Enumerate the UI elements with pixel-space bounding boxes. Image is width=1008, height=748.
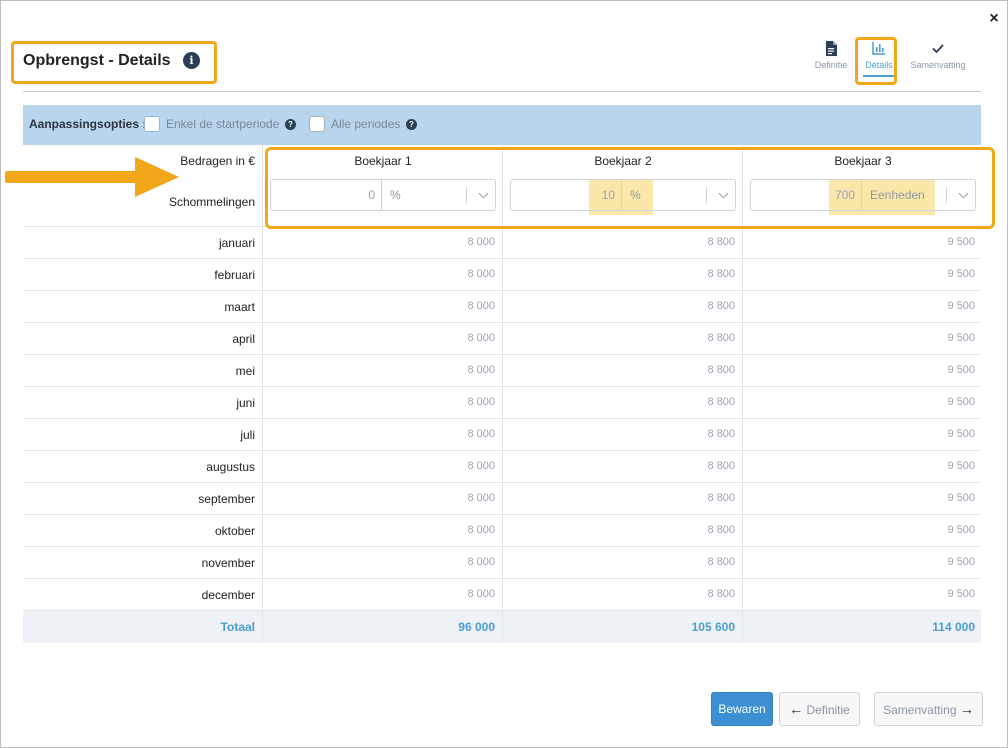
previous-button-label: Definitie xyxy=(806,703,850,717)
save-button[interactable]: Bewaren xyxy=(711,692,773,726)
step-label: Samenvatting xyxy=(910,60,966,70)
amount-cell[interactable]: 9 500 xyxy=(743,428,975,440)
page-title: Opbrengst - Details xyxy=(23,52,171,69)
alle-periodes-checkbox[interactable] xyxy=(309,116,325,132)
previous-button[interactable]: ← Definitie xyxy=(779,692,860,726)
month-label: januari xyxy=(218,236,255,250)
month-label: juli xyxy=(240,428,255,442)
options-bar: Aanpassingsopties : Enkel de startperiod… xyxy=(23,105,981,145)
info-icon[interactable]: i xyxy=(183,52,200,69)
next-button[interactable]: Samenvatting → xyxy=(874,692,983,726)
amount-cell[interactable]: 8 800 xyxy=(503,332,735,344)
amount-cell[interactable]: 8 800 xyxy=(503,396,735,408)
amount-cell[interactable]: 9 500 xyxy=(743,236,975,248)
close-icon[interactable]: × xyxy=(987,11,1001,27)
amount-cell[interactable]: 8 000 xyxy=(263,556,495,568)
amount-cell[interactable]: 8 000 xyxy=(263,300,495,312)
month-label: augustus xyxy=(206,460,255,474)
step-definitie[interactable]: Definitie xyxy=(813,41,849,70)
month-label: oktober xyxy=(214,524,255,538)
amount-cell[interactable]: 9 500 xyxy=(743,556,975,568)
help-icon[interactable]: ? xyxy=(285,119,296,130)
check-icon xyxy=(907,41,969,57)
amount-cell[interactable]: 8 800 xyxy=(503,300,735,312)
step-samenvatting[interactable]: Samenvatting xyxy=(907,41,969,70)
fluctuations-highlight xyxy=(265,147,995,229)
month-label: maart xyxy=(224,300,255,314)
modal-window: × Opbrengst - Details i Definitie Detail… xyxy=(0,0,1008,748)
options-label: Aanpassingsopties : xyxy=(29,117,147,131)
startperiode-checkbox[interactable] xyxy=(144,116,160,132)
pointer-arrow-icon xyxy=(5,157,179,197)
amount-cell[interactable]: 9 500 xyxy=(743,268,975,280)
step-label: Definitie xyxy=(814,60,848,70)
amount-cell[interactable]: 9 500 xyxy=(743,492,975,504)
total-cell: 105 600 xyxy=(691,620,735,634)
help-icon[interactable]: ? xyxy=(406,119,417,130)
details-highlight xyxy=(855,37,897,85)
month-label: september xyxy=(198,492,255,506)
total-cell: 114 000 xyxy=(932,620,975,634)
next-button-label: Samenvatting xyxy=(883,703,957,717)
alle-periodes-label: Alle periodes xyxy=(331,117,401,131)
amount-cell[interactable]: 9 500 xyxy=(743,588,975,600)
amount-cell[interactable]: 9 500 xyxy=(743,460,975,472)
amount-cell[interactable]: 8 000 xyxy=(263,268,495,280)
amount-cell[interactable]: 9 500 xyxy=(743,524,975,536)
arrow-left-icon: ← xyxy=(789,701,804,717)
amount-cell[interactable]: 8 000 xyxy=(263,428,495,440)
amount-cell[interactable]: 9 500 xyxy=(743,300,975,312)
column-divider xyxy=(262,145,263,641)
amount-cell[interactable]: 8 800 xyxy=(503,428,735,440)
amount-cell[interactable]: 8 000 xyxy=(263,332,495,344)
amount-cell[interactable]: 8 000 xyxy=(263,492,495,504)
total-label: Totaal xyxy=(220,620,255,634)
amount-cell[interactable]: 8 800 xyxy=(503,492,735,504)
amount-cell[interactable]: 8 800 xyxy=(503,556,735,568)
arrow-right-icon: → xyxy=(959,701,974,717)
amount-cell[interactable]: 9 500 xyxy=(743,396,975,408)
amount-cell[interactable]: 8 800 xyxy=(503,236,735,248)
amount-cell[interactable]: 8 800 xyxy=(503,588,735,600)
amount-cell[interactable]: 8 000 xyxy=(263,588,495,600)
month-label: december xyxy=(201,588,255,602)
month-label: mei xyxy=(235,364,255,378)
amount-cell[interactable]: 8 800 xyxy=(503,460,735,472)
month-label: februari xyxy=(214,268,255,282)
file-icon xyxy=(813,41,849,57)
amount-cell[interactable]: 8 800 xyxy=(503,364,735,376)
amount-cell[interactable]: 8 000 xyxy=(263,460,495,472)
divider xyxy=(23,91,981,92)
startperiode-label: Enkel de startperiode xyxy=(166,117,280,131)
amount-cell[interactable]: 8 000 xyxy=(263,524,495,536)
amount-cell[interactable]: 8 800 xyxy=(503,268,735,280)
amount-cell[interactable]: 9 500 xyxy=(743,332,975,344)
amount-cell[interactable]: 8 800 xyxy=(503,524,735,536)
amount-cell[interactable]: 8 000 xyxy=(263,236,495,248)
month-label: november xyxy=(201,556,255,570)
total-cell: 96 000 xyxy=(458,620,495,634)
month-label: april xyxy=(232,332,255,346)
amount-cell[interactable]: 9 500 xyxy=(743,364,975,376)
month-label: juni xyxy=(236,396,255,410)
amount-cell[interactable]: 8 000 xyxy=(263,364,495,376)
amount-cell[interactable]: 8 000 xyxy=(263,396,495,408)
